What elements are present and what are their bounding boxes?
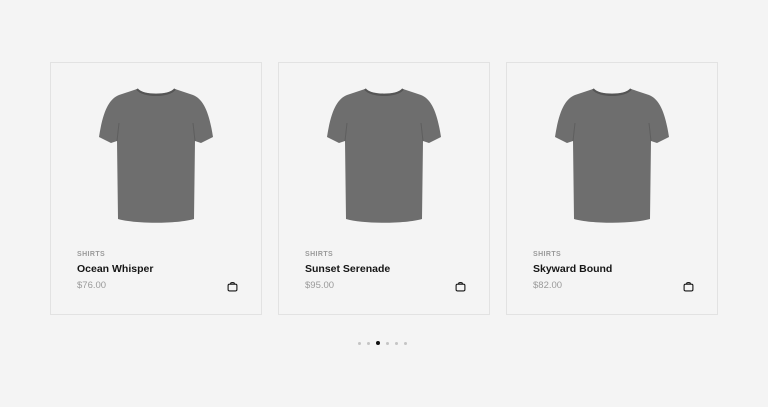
- tshirt-image: [555, 88, 669, 223]
- product-image[interactable]: [507, 85, 717, 227]
- product-carousel: SHIRTS Ocean Whisper $76.00 SHIRTS Sunse…: [0, 0, 768, 407]
- pagination-dot[interactable]: [395, 341, 398, 345]
- add-to-cart-button[interactable]: [454, 280, 466, 292]
- product-card-list: SHIRTS Ocean Whisper $76.00 SHIRTS Sunse…: [50, 62, 718, 315]
- shopping-bag-icon: [227, 281, 237, 291]
- pagination-dot[interactable]: [404, 341, 407, 345]
- shopping-bag-icon: [455, 281, 465, 291]
- pagination-dot[interactable]: [358, 341, 361, 345]
- pagination-dot[interactable]: [367, 341, 370, 345]
- pagination-dot[interactable]: [386, 341, 389, 345]
- tshirt-image: [99, 88, 213, 223]
- product-title[interactable]: Sunset Serenade: [305, 263, 390, 275]
- product-category: SHIRTS: [305, 251, 334, 258]
- product-price: $76.00: [77, 280, 107, 291]
- product-image[interactable]: [279, 85, 489, 227]
- tshirt-image: [327, 88, 441, 223]
- product-price: $95.00: [305, 280, 335, 291]
- product-price: $82.00: [533, 280, 563, 291]
- product-category: SHIRTS: [533, 251, 562, 258]
- product-title[interactable]: Ocean Whisper: [77, 263, 153, 275]
- add-to-cart-button[interactable]: [682, 280, 694, 292]
- product-image[interactable]: [51, 85, 261, 227]
- product-card[interactable]: SHIRTS Skyward Bound $82.00: [506, 62, 718, 315]
- carousel-pagination: [358, 341, 407, 345]
- product-card[interactable]: SHIRTS Ocean Whisper $76.00: [50, 62, 262, 315]
- product-card[interactable]: SHIRTS Sunset Serenade $95.00: [278, 62, 490, 315]
- shopping-bag-icon: [683, 281, 693, 291]
- pagination-dot-active[interactable]: [376, 341, 380, 345]
- add-to-cart-button[interactable]: [226, 280, 238, 292]
- product-category: SHIRTS: [77, 251, 106, 258]
- product-title[interactable]: Skyward Bound: [533, 263, 612, 275]
